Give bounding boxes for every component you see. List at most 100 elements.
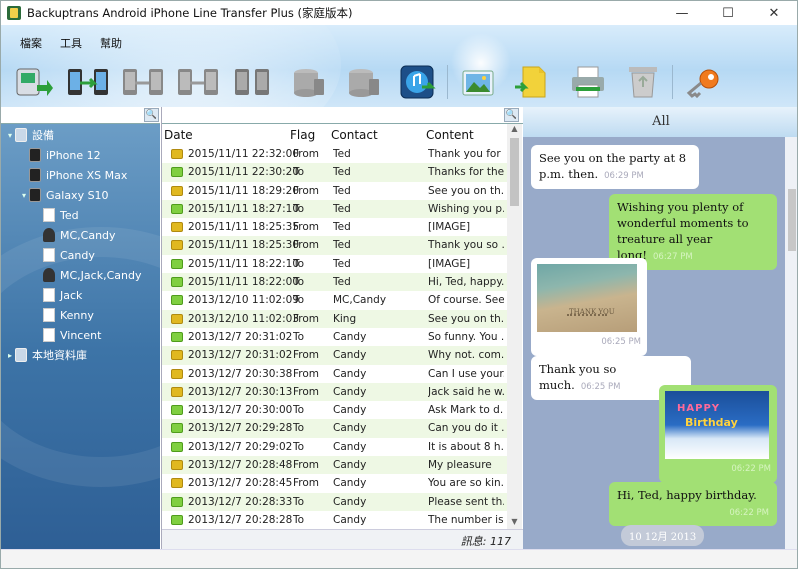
tree-item-contact[interactable]: Kenny bbox=[1, 305, 160, 325]
table-row[interactable]: 2013/12/7 20:28:28To Candy The number is..… bbox=[162, 511, 507, 529]
table-row[interactable]: 2013/12/7 20:28:45 From Candy You are so ki… bbox=[162, 474, 507, 492]
menu-tools[interactable]: 工具 bbox=[51, 33, 91, 53]
cell-content: Hi, Ted, happy... bbox=[428, 276, 504, 289]
search-icon[interactable]: 🔍 bbox=[504, 108, 519, 122]
message-time: 06:22 PM bbox=[731, 464, 771, 474]
chat-scrollbar[interactable] bbox=[785, 137, 797, 549]
outgoing-message-icon bbox=[171, 441, 183, 452]
tree-search-input[interactable]: 🔍 bbox=[1, 107, 160, 124]
tree-item-contact[interactable]: Vincent bbox=[1, 325, 160, 345]
table-row[interactable]: 2015/11/11 18:25:35 From Ted [IMAGE] bbox=[162, 218, 507, 236]
cell-date: 2013/12/7 20:30:38 bbox=[188, 367, 293, 380]
tree-item-contact[interactable]: Candy bbox=[1, 245, 160, 265]
cell-date: 2013/12/7 20:29:02 bbox=[188, 440, 293, 453]
phone-to-phone-icon[interactable] bbox=[115, 62, 170, 102]
tree-item-phone[interactable]: iPhone XS Max bbox=[1, 165, 160, 185]
menu-file[interactable]: 檔案 bbox=[11, 33, 51, 53]
itunes-icon[interactable] bbox=[390, 62, 445, 102]
table-row[interactable]: 2013/12/7 20:29:02 To Candy It is about 8 h… bbox=[162, 438, 507, 456]
beach-photo[interactable]: THANK YOU bbox=[537, 264, 637, 332]
tree-item-phone[interactable]: iPhone 12 bbox=[1, 145, 160, 165]
cell-flag: From bbox=[293, 349, 320, 362]
photo-icon[interactable] bbox=[450, 62, 505, 102]
column-flag[interactable]: Flag bbox=[290, 128, 315, 142]
restore-icon[interactable] bbox=[170, 62, 225, 102]
tree-item-contact[interactable]: Ted bbox=[1, 205, 160, 225]
outgoing-message-icon bbox=[171, 295, 183, 306]
table-row[interactable]: 2015/11/11 18:29:20 From Ted See you on th.… bbox=[162, 182, 507, 200]
message-time: 06:25 PM bbox=[601, 337, 641, 347]
tree-item-phone[interactable]: ▾ Galaxy S10 bbox=[1, 185, 160, 205]
chat-view: See you on the party at 8 p.m. then. 06:2… bbox=[523, 137, 785, 549]
table-scrollbar[interactable]: ▲ ▼ bbox=[507, 124, 522, 529]
table-row[interactable]: 2015/11/11 18:22:00 To Ted Hi, Ted, happy..… bbox=[162, 273, 507, 292]
table-row[interactable]: 2015/11/11 18:25:30 From Ted Thank you so .… bbox=[162, 236, 507, 255]
table-row[interactable]: 2013/12/7 20:29:28 To Candy Can you do it .… bbox=[162, 419, 507, 438]
cell-flag: From bbox=[293, 459, 320, 472]
tree-item-group[interactable]: MC,Candy bbox=[1, 225, 160, 245]
cell-content: Of course. See... bbox=[428, 294, 504, 307]
tree-item-label: MC,Jack,Candy bbox=[60, 268, 142, 282]
cell-contact: Ted bbox=[333, 276, 351, 289]
print-icon[interactable] bbox=[560, 62, 615, 102]
tree-item-group[interactable]: MC,Jack,Candy bbox=[1, 265, 160, 285]
table-row[interactable]: 2015/11/11 18:27:10 To Ted Wishing you p... bbox=[162, 199, 507, 219]
cell-contact: MC,Candy bbox=[333, 294, 387, 307]
column-date[interactable]: Date bbox=[164, 128, 193, 142]
file-icon[interactable] bbox=[505, 62, 560, 102]
table-row[interactable]: 2015/11/11 22:32:00 From Ted Thank you for … bbox=[162, 145, 507, 163]
tree-item-local-database[interactable]: ▸ 本地資料庫 bbox=[1, 345, 160, 365]
key-icon[interactable] bbox=[675, 62, 730, 102]
table-row[interactable]: 2015/11/11 18:22:10 To Ted [IMAGE] bbox=[162, 255, 507, 273]
table-row[interactable]: 2013/12/10 11:02:03 From King See you on th… bbox=[162, 309, 507, 328]
message-search-input[interactable]: 🔍 bbox=[162, 107, 523, 124]
minimize-button[interactable]: — bbox=[659, 1, 705, 25]
cell-date: 2013/12/7 20:28:28 bbox=[188, 513, 293, 526]
outgoing-message-icon bbox=[171, 331, 183, 342]
table-row[interactable]: 2013/12/7 20:30:13 From Candy Jack said he … bbox=[162, 382, 507, 402]
expand-arrow-icon[interactable]: ▸ bbox=[5, 351, 15, 360]
cell-content: See you on th... bbox=[428, 312, 504, 325]
table-row[interactable]: 2013/12/7 20:31:02 From Candy Why not. com.… bbox=[162, 346, 507, 365]
cell-flag: From bbox=[293, 312, 320, 325]
maximize-button[interactable]: ☐ bbox=[705, 1, 751, 25]
menu-help[interactable]: 幫助 bbox=[91, 33, 131, 53]
import-icon[interactable] bbox=[335, 62, 390, 102]
scroll-down-icon[interactable]: ▼ bbox=[507, 517, 522, 529]
incoming-message-icon bbox=[171, 222, 183, 233]
cell-content: [IMAGE] bbox=[428, 257, 471, 270]
table-row[interactable]: 2013/12/10 11:02:09 To MC,Candy Of course. … bbox=[162, 291, 507, 309]
tree-item-label: Ted bbox=[60, 208, 79, 222]
cell-contact: Candy bbox=[333, 477, 367, 490]
recycle-bin-icon[interactable] bbox=[615, 62, 670, 102]
table-row[interactable]: 2013/12/7 20:28:48 From Candy My pleasure bbox=[162, 456, 507, 475]
expand-arrow-icon[interactable]: ▾ bbox=[19, 191, 29, 200]
table-row[interactable]: 2013/12/7 20:30:00 To Candy Ask Mark to d..… bbox=[162, 401, 507, 419]
tree-item-devices[interactable]: ▾ 設備 bbox=[1, 125, 160, 145]
table-row[interactable]: 2013/12/7 20:30:38 From Candy Can I use you… bbox=[162, 365, 507, 383]
transfer-icon[interactable] bbox=[60, 62, 115, 102]
birthday-cake-photo[interactable]: HAPPY Birthday bbox=[665, 391, 769, 459]
cell-flag: From bbox=[293, 184, 320, 197]
export-icon[interactable] bbox=[280, 62, 335, 102]
cell-contact: Ted bbox=[333, 202, 351, 215]
tree-item-contact[interactable]: Jack bbox=[1, 285, 160, 305]
column-content[interactable]: Content bbox=[426, 128, 474, 142]
menu-bar: 檔案 工具 幫助 bbox=[11, 33, 131, 53]
close-button[interactable]: ✕ bbox=[751, 1, 797, 25]
search-icon[interactable]: 🔍 bbox=[144, 108, 159, 122]
table-row[interactable]: 2013/12/7 20:28:33 To Candy Please sent th.… bbox=[162, 492, 507, 511]
scroll-thumb[interactable] bbox=[788, 189, 796, 251]
message-time: 06:29 PM bbox=[604, 171, 644, 181]
phone-sync-icon[interactable] bbox=[225, 62, 280, 102]
column-contact[interactable]: Contact bbox=[331, 128, 378, 142]
table-row[interactable]: 2015/11/11 22:30:20To Ted Thanks for the..… bbox=[162, 163, 507, 182]
expand-arrow-icon[interactable]: ▾ bbox=[5, 131, 15, 140]
backup-icon[interactable] bbox=[5, 62, 60, 102]
cell-date: 2015/11/11 22:32:00 bbox=[188, 148, 300, 160]
scroll-thumb[interactable] bbox=[510, 138, 519, 206]
photo-caption: THANK YOU bbox=[569, 308, 615, 316]
scroll-up-icon[interactable]: ▲ bbox=[507, 124, 522, 136]
table-row[interactable]: 2013/12/7 20:31:02 To Candy So funny. You .… bbox=[162, 328, 507, 346]
cell-date: 2013/12/7 20:29:28 bbox=[188, 422, 293, 435]
